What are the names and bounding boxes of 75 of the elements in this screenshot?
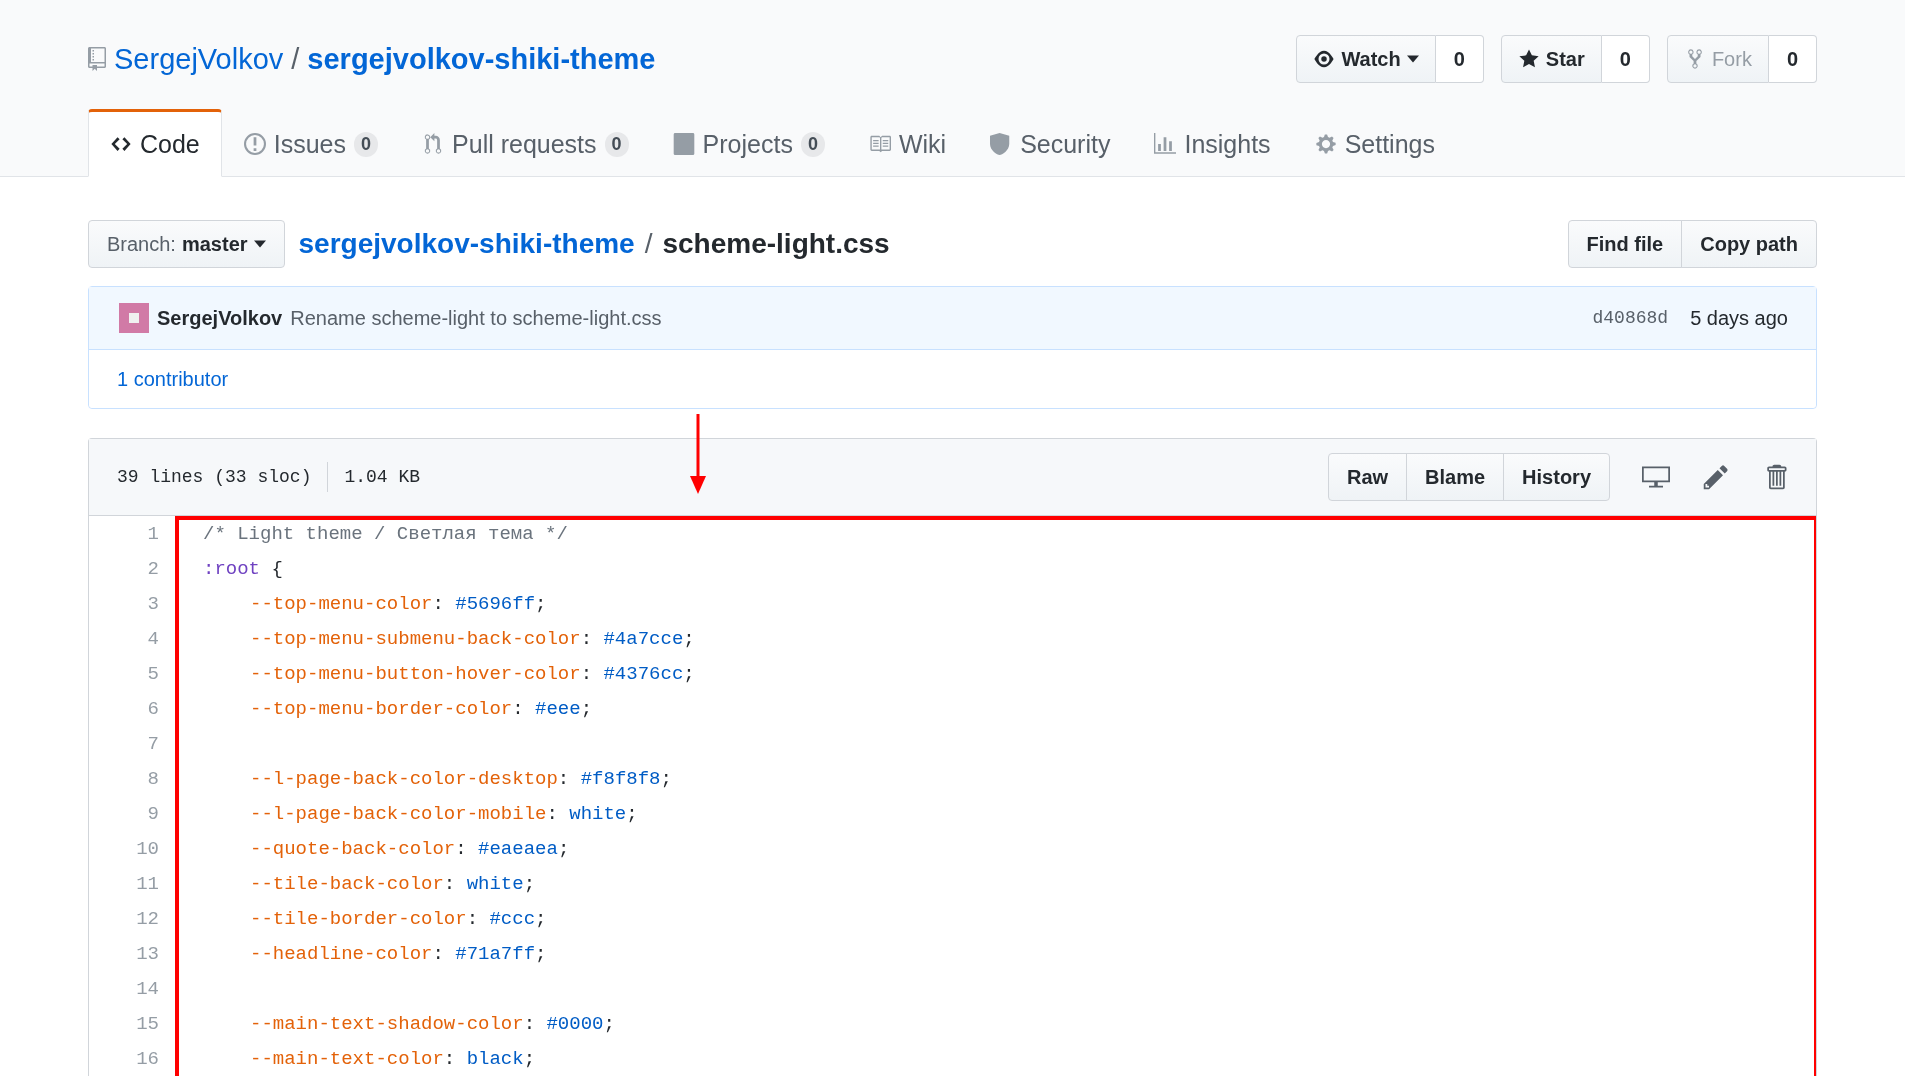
circle-exclamation-icon: [243, 133, 266, 155]
code-line: :root {: [202, 557, 283, 580]
line-number: 9: [146, 802, 160, 825]
tab[interactable]: Projects 0: [650, 109, 847, 177]
code-line: --headline-color: #71a7ff;: [249, 942, 547, 965]
view-button[interactable]: Raw: [1327, 453, 1408, 501]
tab[interactable]: Pull requests 0: [400, 109, 651, 177]
owner-link[interactable]: SergejVolkov: [114, 42, 284, 76]
book-icon: [868, 133, 891, 155]
line-number: 7: [146, 732, 160, 755]
line-number: 1: [146, 522, 160, 545]
bar-chart-icon: [1154, 133, 1177, 155]
star-count[interactable]: 0: [1601, 35, 1650, 83]
line-number: 8: [146, 767, 160, 790]
repo-link[interactable]: sergejvolkov-shiki-theme: [298, 228, 635, 260]
line-number: 5: [146, 662, 160, 685]
commit-sha[interactable]: d40868d: [1592, 308, 1669, 328]
view-button[interactable]: Blame: [1406, 453, 1505, 501]
path-separator: /: [644, 228, 653, 260]
code-line: --top-menu-color: #5696ff;: [249, 592, 547, 615]
line-number: 15: [135, 1012, 160, 1035]
code-line: --top-menu-border-color: #eee;: [249, 697, 593, 720]
watch-button[interactable]: Watch: [1296, 35, 1436, 83]
count-badge: 0: [604, 131, 629, 157]
line-number: 4: [146, 627, 160, 650]
code-line: --main-text-color: black;: [249, 1047, 536, 1070]
star-button[interactable]: Star: [1500, 35, 1602, 83]
caret-icon: [253, 240, 266, 248]
count-badge: 0: [354, 131, 379, 157]
file-name: scheme-light.css: [662, 228, 890, 260]
count-badge: 0: [800, 131, 825, 157]
file-action-button[interactable]: Copy path: [1681, 220, 1817, 268]
code-line: /* Light theme / Светлая тема */: [202, 522, 568, 545]
tab[interactable]: Insights: [1132, 109, 1293, 177]
view-button[interactable]: History: [1503, 453, 1610, 501]
file-size: 1.04 KB: [344, 467, 421, 487]
file-action-button[interactable]: Find file: [1567, 220, 1683, 268]
watch-count[interactable]: 0: [1435, 35, 1484, 83]
line-number: 2: [146, 557, 160, 580]
tab[interactable]: Security: [968, 109, 1133, 177]
code-line: --top-menu-submenu-back-color: #4a7cce;: [249, 627, 695, 650]
eye-icon: [1313, 48, 1336, 70]
tab[interactable]: Settings: [1292, 109, 1457, 177]
tab[interactable]: Code: [88, 109, 222, 177]
line-number: 3: [146, 592, 160, 615]
code-line: --quote-back-color: #eaeaea;: [249, 837, 570, 860]
line-number: 12: [135, 907, 160, 930]
line-number: 10: [135, 837, 160, 860]
book-icon: [88, 47, 106, 71]
path-separator: /: [291, 42, 300, 76]
line-number: 14: [135, 977, 160, 1000]
settings-icon: [1314, 133, 1337, 155]
tab[interactable]: Wiki: [846, 109, 969, 177]
line-count: 39 lines (33 sloc): [117, 467, 312, 487]
code-line: --tile-back-color: white;: [249, 872, 536, 895]
caret-icon: [1406, 55, 1419, 63]
code-line: --l-page-back-color-desktop: #f8f8f8;: [249, 767, 672, 790]
line-number: 16: [135, 1047, 160, 1070]
commit-time: 5 days ago: [1690, 306, 1788, 330]
code-line: --main-text-shadow-color: #0000;: [249, 1012, 615, 1035]
star-icon: [1517, 48, 1540, 70]
code-line: --top-menu-button-hover-color: #4376cc;: [249, 662, 695, 685]
line-number: 13: [135, 942, 160, 965]
code-line: --tile-border-color: #ccc;: [249, 907, 547, 930]
avatar: [119, 303, 149, 333]
line-number: 6: [146, 697, 160, 720]
code-line: --l-page-back-color-mobile: white;: [249, 802, 638, 825]
tab[interactable]: Issues 0: [221, 109, 401, 177]
repo-name-link[interactable]: sergejvolkov-shiki-theme: [307, 42, 656, 76]
author-link[interactable]: SergejVolkov: [157, 306, 283, 330]
pencil-icon[interactable]: [1702, 463, 1730, 491]
commit-message[interactable]: Rename scheme-light to scheme-light.css: [290, 306, 662, 330]
line-number: 11: [135, 872, 160, 895]
contributors-link[interactable]: 1 contributor: [117, 367, 229, 391]
branch-selector[interactable]: Branch: master: [88, 220, 285, 268]
